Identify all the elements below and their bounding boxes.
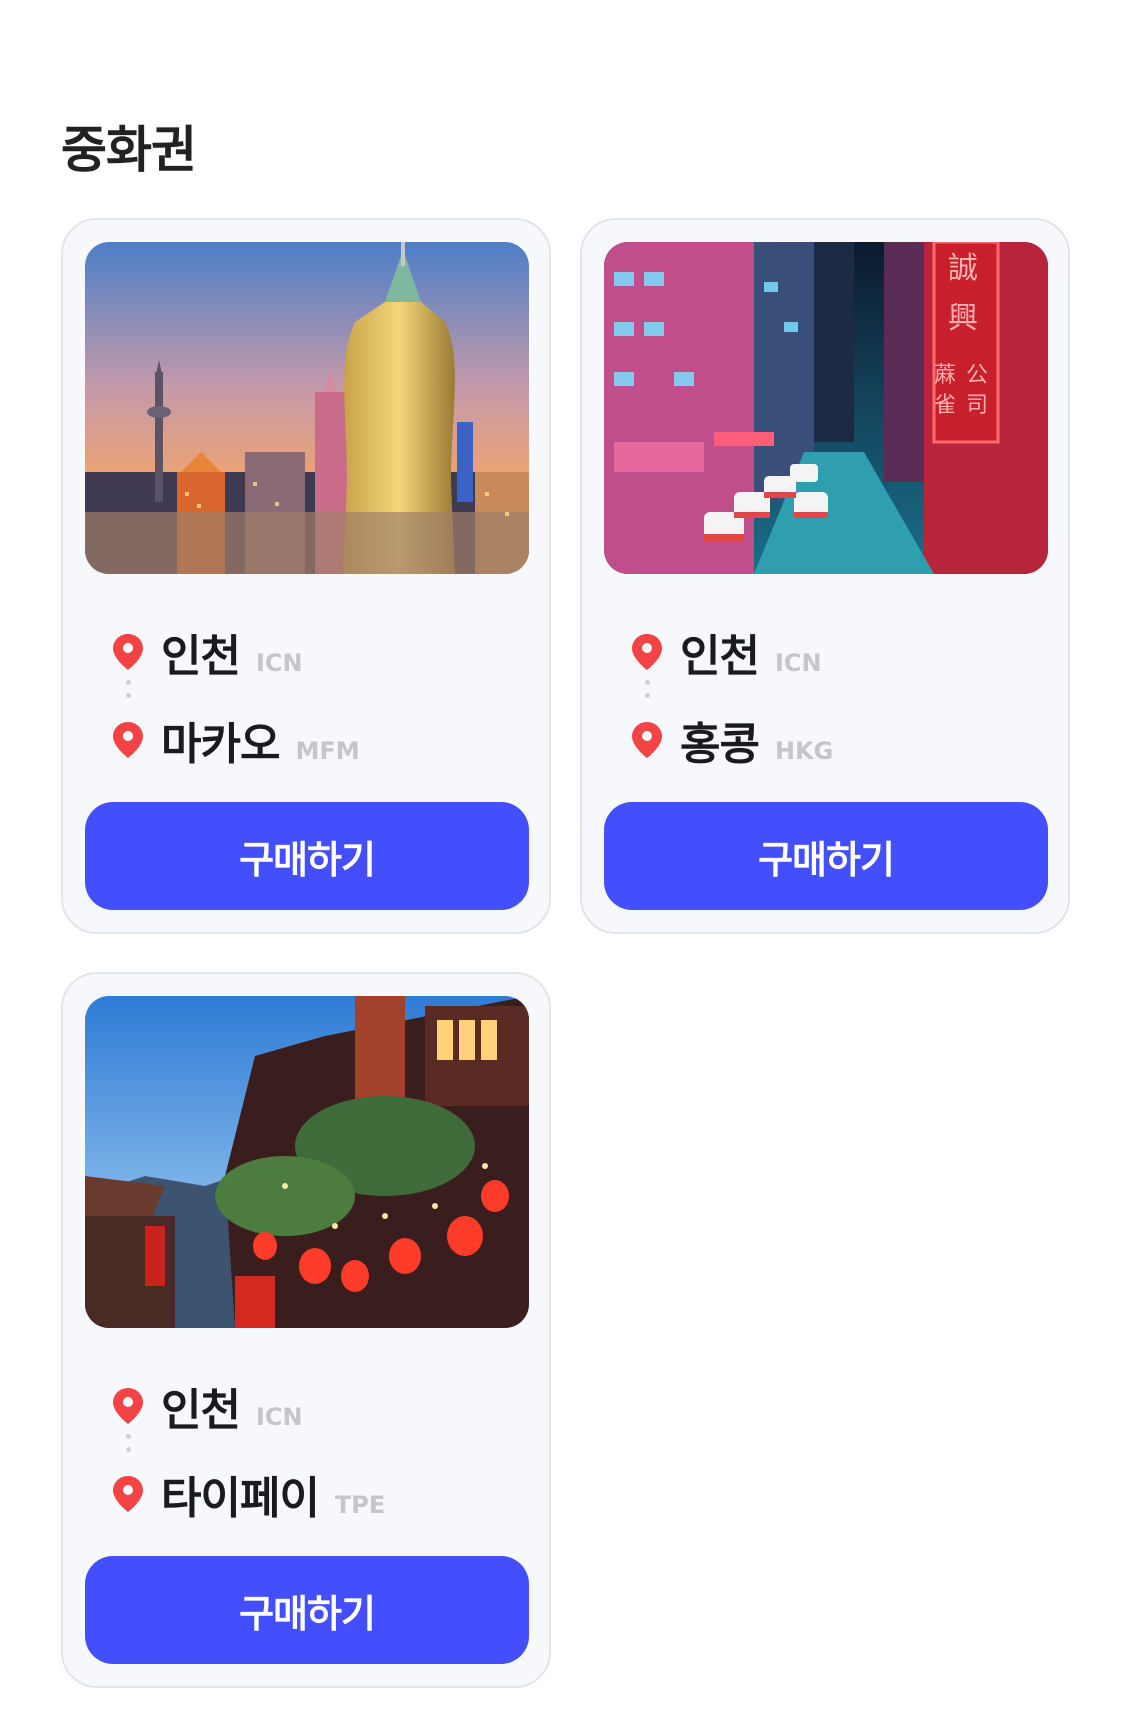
buy-button[interactable]: 구매하기 <box>85 1556 529 1664</box>
map-pin-icon <box>632 634 662 670</box>
map-pin-icon <box>113 634 143 670</box>
route-info: 인천 ICN 마카오 MFM <box>113 620 513 770</box>
buy-button[interactable]: 구매하기 <box>85 802 529 910</box>
destination-code: HKG <box>774 737 834 765</box>
origin-city: 인천 <box>161 631 241 682</box>
route-connector <box>645 680 651 704</box>
destination-code: MFM <box>295 737 360 765</box>
destination: 홍콩 HKG <box>632 708 833 772</box>
svg-text:雀: 雀 <box>934 393 956 418</box>
destination: 마카오 MFM <box>113 708 360 772</box>
map-pin-icon <box>113 1388 143 1424</box>
route-card-taipei: 인천 ICN 타이페이 TPE 구매하기 <box>61 972 551 1688</box>
route-card-macau: 인천 ICN 마카오 MFM 구매하기 <box>61 218 551 934</box>
origin-city: 인천 <box>680 631 760 682</box>
destination-photo <box>85 996 529 1328</box>
destination-photo <box>85 242 529 574</box>
svg-text:司: 司 <box>966 393 988 418</box>
destination-code: TPE <box>334 1491 386 1519</box>
svg-text:誠: 誠 <box>948 251 978 286</box>
svg-text:興: 興 <box>948 301 978 336</box>
route-info: 인천 ICN 홍콩 HKG <box>632 620 1032 770</box>
map-pin-icon <box>632 722 662 758</box>
origin-code: ICN <box>774 649 822 677</box>
route-connector <box>126 1434 132 1458</box>
destination-city: 마카오 <box>161 719 280 770</box>
buy-button[interactable]: 구매하기 <box>604 802 1048 910</box>
destination-photo: 誠興 蔴公 雀司 <box>604 242 1048 574</box>
origin: 인천 ICN <box>113 1374 303 1438</box>
destination: 타이페이 TPE <box>113 1462 385 1526</box>
route-info: 인천 ICN 타이페이 TPE <box>113 1374 513 1524</box>
origin-city: 인천 <box>161 1385 241 1436</box>
route-connector <box>126 680 132 704</box>
route-card-hong-kong: 誠興 蔴公 雀司 인천 ICN 홍콩 HKG 구매하기 <box>580 218 1070 934</box>
origin-code: ICN <box>255 1403 303 1431</box>
svg-text:蔴: 蔴 <box>934 363 956 388</box>
section-title: 중화권 <box>61 121 197 179</box>
origin: 인천 ICN <box>632 620 822 684</box>
origin-code: ICN <box>255 649 303 677</box>
destination-city: 타이페이 <box>161 1473 320 1524</box>
map-pin-icon <box>113 722 143 758</box>
svg-text:公: 公 <box>966 363 988 388</box>
origin: 인천 ICN <box>113 620 303 684</box>
page: 중화권 인천 ICN 마카오 MFM 구매하기 誠 興 蔴 公 雀 司 인천 I… <box>0 0 1125 1716</box>
map-pin-icon <box>113 1476 143 1512</box>
destination-city: 홍콩 <box>680 719 760 770</box>
